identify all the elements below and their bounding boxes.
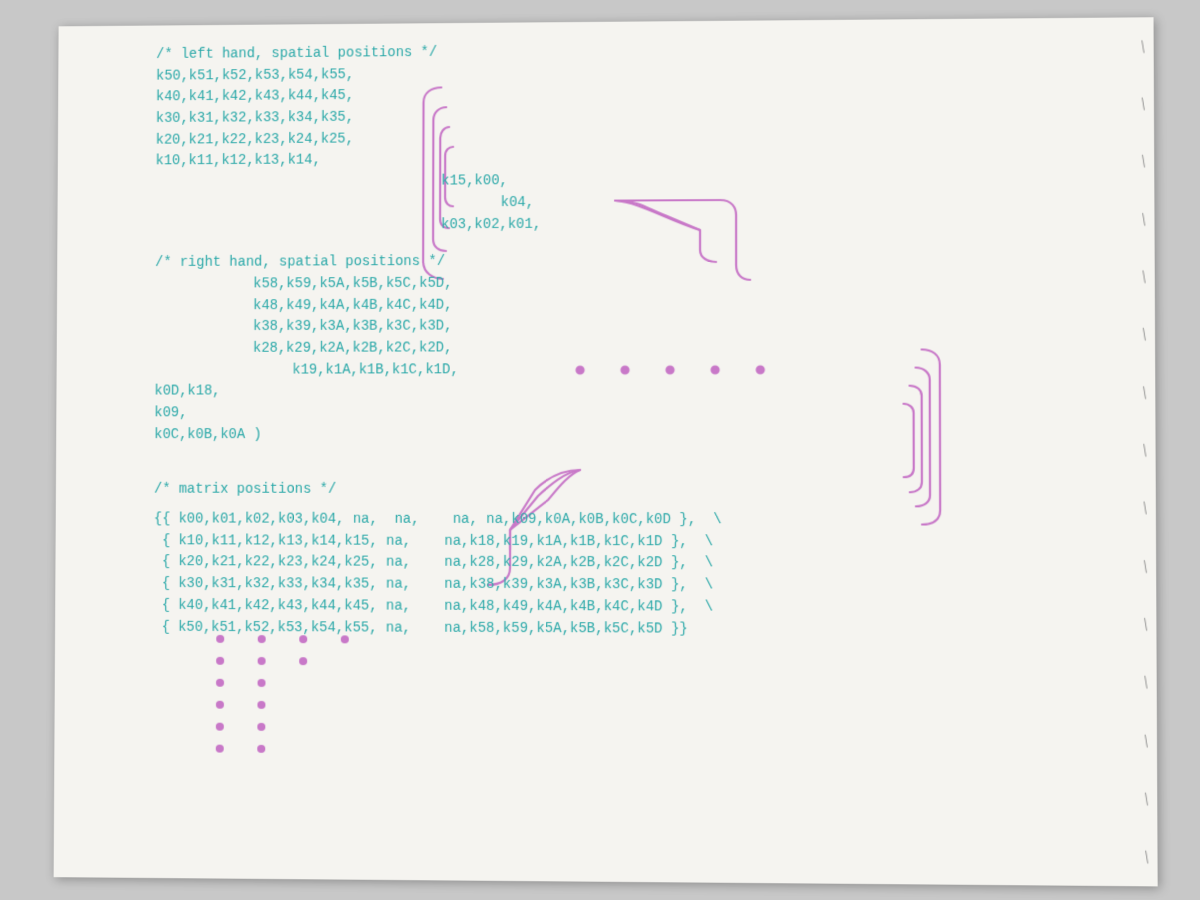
slash-14: \ (1142, 789, 1150, 808)
right-row-6: k0D,k18, (154, 381, 1084, 404)
slash-marks: \ \ \ \ \ \ \ \ \ \ \ \ \ \ \ (1140, 17, 1149, 886)
matrix-row-2: { k10,k11,k12,k13,k14,k15, na, na,k18,k1… (154, 531, 1085, 554)
slash-10: \ (1141, 557, 1149, 576)
code-content: /* left hand, spatial positions */ k50,k… (153, 38, 1085, 642)
slash-8: \ (1141, 441, 1149, 460)
slash-9: \ (1141, 499, 1149, 518)
matrix-row-5: { k40,k41,k42,k43,k44,k45, na, na,k48,k4… (153, 596, 1085, 621)
right-row-4: k28,k29,k2A,k2B,k2C,k2D, (155, 337, 1084, 360)
right-hand-comment: /* right hand, spatial positions */ (155, 250, 1083, 275)
right-row-3: k38,k39,k3A,k3B,k3C,k3D, (155, 315, 1084, 339)
matrix-row-1: {{ k00,k01,k02,k03,k04, na, na, na, na,k… (154, 510, 1085, 533)
slash-5: \ (1140, 267, 1148, 286)
slash-3: \ (1139, 152, 1147, 171)
matrix-row-6: { k50,k51,k52,k53,k54,k55, na, na,k58,k5… (153, 617, 1085, 642)
slash-2: \ (1139, 94, 1147, 113)
slash-4: \ (1140, 209, 1148, 228)
matrix-comment: /* matrix positions */ (154, 480, 1085, 502)
slash-15: \ (1143, 848, 1151, 867)
slash-7: \ (1141, 383, 1149, 402)
slash-13: \ (1142, 731, 1150, 750)
slash-6: \ (1140, 325, 1148, 344)
right-row-8: k0C,k0B,k0A ) (154, 424, 1084, 446)
matrix-row-3: { k20,k21,k22,k23,k24,k25, na, na,k28,k2… (154, 553, 1085, 577)
slash-11: \ (1142, 615, 1150, 634)
slash-1: \ (1139, 37, 1147, 56)
right-row-1: k58,k59,k5A,k5B,k5C,k5D, (155, 272, 1084, 297)
matrix-row-4: { k30,k31,k32,k33,k34,k35, na, na,k38,k3… (153, 574, 1084, 598)
matrix-section: /* matrix positions */ {{ k00,k01,k02,k0… (153, 480, 1085, 642)
slash-12: \ (1142, 673, 1150, 692)
right-row-5: k19,k1A,k1B,k1C,k1D, (154, 359, 1083, 382)
right-row-2: k48,k49,k4A,k4B,k4C,k4D, (155, 293, 1084, 317)
right-row-7: k09, (154, 403, 1084, 425)
left-row-8: k03,k02,k01, (155, 212, 1083, 238)
page: \ \ \ \ \ \ \ \ \ \ \ \ \ \ \ (54, 17, 1158, 886)
